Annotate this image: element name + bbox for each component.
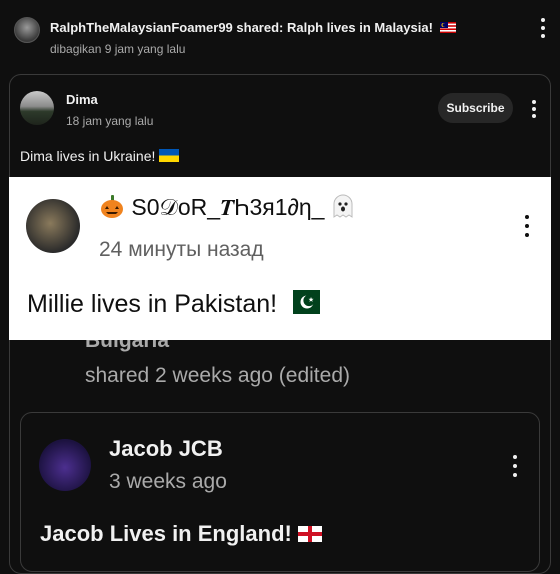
ghost-icon (331, 193, 355, 225)
sodor-text: Millie lives in Pakistan! (27, 290, 321, 321)
ralph-avatar[interactable] (14, 17, 40, 43)
share-subtitle: dibagikan 9 jam yang lalu (50, 42, 186, 56)
sodor-menu-icon[interactable] (524, 215, 530, 237)
dima-avatar[interactable] (20, 91, 54, 125)
sodor-text-content: Millie lives in Pakistan! (27, 290, 278, 319)
jacob-text-content: Jacob Lives in England! (40, 521, 292, 546)
sodor-author[interactable]: S0𝒟oR_𝑻Һ3я1∂η_ (131, 194, 324, 220)
subscribe-button[interactable]: Subscribe (438, 93, 513, 123)
sodor-time: 24 минуты назад (99, 238, 264, 261)
england-flag-icon (297, 522, 322, 548)
dima-time: 18 jam yang lalu (66, 114, 154, 128)
jacob-author[interactable]: Jacob JCB (109, 436, 223, 462)
sodor-avatar[interactable] (26, 199, 80, 253)
dima-menu-icon[interactable] (531, 100, 537, 118)
sodor-author-line: S0𝒟oR_𝑻Һ3я1∂η_ (99, 193, 355, 225)
jacob-time: 3 weeks ago (109, 470, 227, 493)
dima-author[interactable]: Dima (66, 92, 98, 107)
dima-text-content: Dima lives in Ukraine! (20, 148, 156, 164)
pumpkin-icon (99, 193, 125, 225)
share-title: RalphTheMalaysianFoamer99 shared: Ralph … (50, 20, 456, 36)
bulgaria-time: shared 2 weeks ago (edited) (85, 364, 350, 387)
share-title-text: RalphTheMalaysianFoamer99 shared: Ralph … (50, 20, 433, 35)
subscribe-label: Subscribe (446, 101, 505, 115)
ukraine-flag-icon (159, 149, 180, 165)
share-menu-icon[interactable] (540, 18, 546, 38)
malaysia-flag-icon (439, 21, 456, 36)
jacob-text: Jacob Lives in England! (40, 521, 322, 548)
jacob-menu-icon[interactable] (512, 455, 518, 477)
jacob-avatar[interactable] (39, 439, 91, 491)
dima-text: Dima lives in Ukraine! (20, 148, 180, 165)
pakistan-flag-icon (284, 290, 321, 321)
